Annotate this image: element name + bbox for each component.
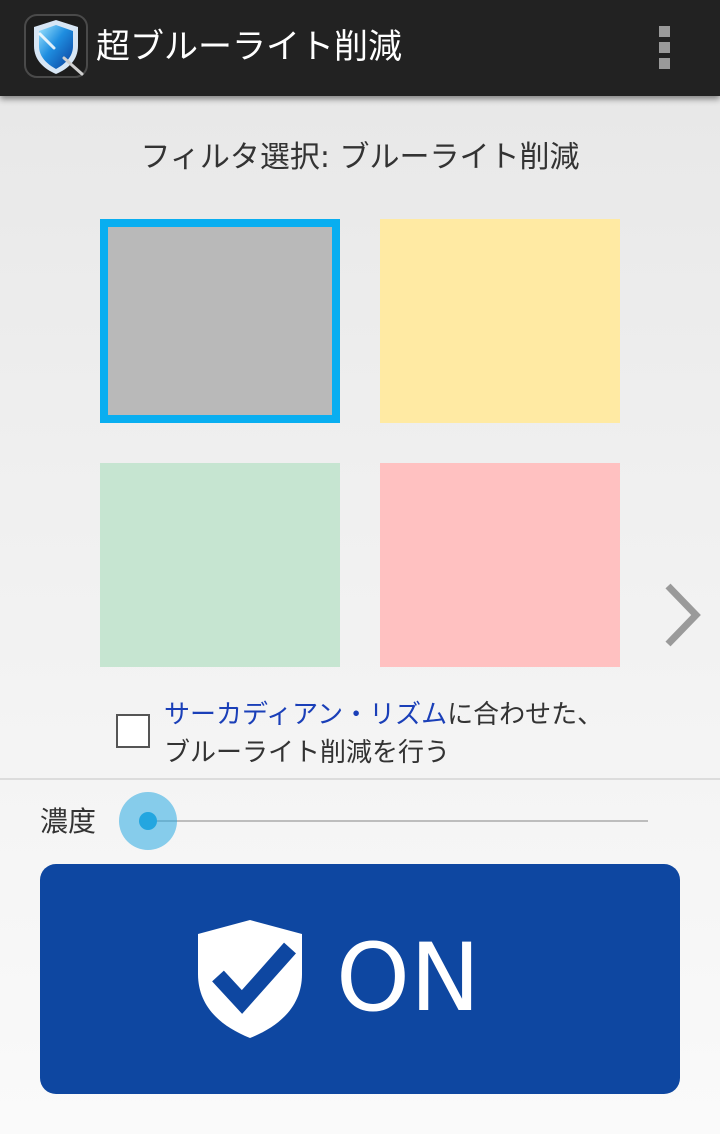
filter-swatch-pink[interactable]	[380, 463, 620, 667]
overflow-menu-icon[interactable]	[644, 22, 684, 74]
filter-swatch-green[interactable]	[100, 463, 340, 667]
density-slider-thumb[interactable]	[139, 812, 157, 830]
filter-title: フィルタ選択: ブルーライト削減	[140, 140, 580, 175]
shield-app-icon[interactable]	[24, 14, 88, 78]
density-label: 濃度	[40, 805, 97, 838]
action-bar: 超ブルーライト削減	[0, 0, 720, 96]
power-button-label: ON	[336, 924, 481, 1033]
density-slider-track[interactable]	[148, 820, 648, 822]
filter-swatch-gray[interactable]	[100, 219, 340, 423]
divider	[0, 778, 720, 780]
circadian-label[interactable]: サーカディアン・リズムに合わせた、 ブルーライト削減を行う	[164, 696, 603, 772]
chevron-right-icon[interactable]	[660, 580, 704, 650]
circadian-label-suffix: に合わせた、	[447, 700, 604, 730]
filter-swatch-yellow[interactable]	[380, 219, 620, 423]
power-on-button[interactable]: ON	[40, 864, 680, 1094]
circadian-label-line2: ブルーライト削減を行う	[164, 738, 451, 768]
shield-check-icon	[198, 920, 302, 1038]
app-title: 超ブルーライト削減	[96, 27, 402, 67]
circadian-rhythm-link[interactable]: サーカディアン・リズム	[164, 700, 447, 730]
circadian-checkbox[interactable]	[116, 714, 150, 748]
